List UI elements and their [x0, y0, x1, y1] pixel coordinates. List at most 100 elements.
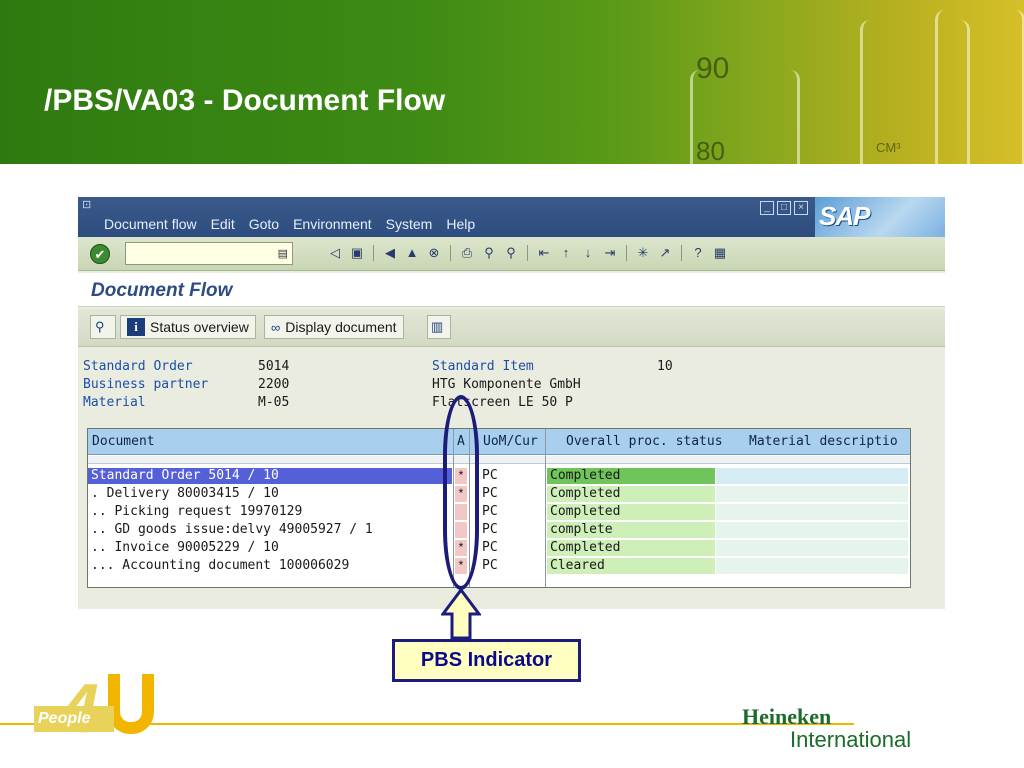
maximize-icon[interactable]: □ [777, 201, 791, 215]
toolbar-divider [626, 245, 627, 261]
table-row[interactable]: ... Accounting document 100006029 * PC Clea… [88, 557, 910, 575]
menu-goto[interactable]: Goto [249, 216, 279, 232]
logo-u-shape [108, 674, 154, 734]
business-partner-label: Business partner [83, 377, 209, 392]
logo-word: People [34, 706, 114, 732]
cell-document[interactable]: ... Accounting document 100006029 [88, 558, 349, 575]
save-icon[interactable]: ▣ [348, 244, 366, 262]
cancel-icon[interactable]: ⊗ [425, 244, 443, 262]
table-row[interactable]: . Delivery 80003415 / 10 * PC Completed [88, 485, 910, 503]
cell-material-description [716, 522, 908, 538]
column-document[interactable]: Document [92, 434, 155, 449]
find-icon[interactable]: ⚲ [480, 244, 498, 262]
cell-document[interactable]: . Delivery 80003415 / 10 [88, 486, 279, 503]
back-icon[interactable]: ◀ [381, 244, 399, 262]
table-row[interactable]: .. GD goods issue:delvy 49005927 / 1 PC co… [88, 521, 910, 539]
table-row[interactable]: .. Picking request 19970129 PC Completed [88, 503, 910, 521]
column-material-description[interactable]: Material descriptio [749, 434, 898, 449]
menu-system[interactable]: System [386, 216, 433, 232]
cell-status: Cleared [550, 558, 605, 573]
business-partner-value: 2200 [258, 377, 290, 392]
cell-document[interactable]: .. Invoice 90005229 / 10 [88, 540, 279, 557]
highlight-oval [443, 395, 479, 590]
screen-title: Document Flow [91, 280, 233, 301]
cell-uom: PC [482, 504, 498, 519]
cell-document[interactable]: .. Picking request 19970129 [88, 504, 302, 521]
cell-status: Completed [550, 504, 621, 519]
service-button[interactable]: ▥ [427, 315, 451, 339]
new-session-icon[interactable]: ✳ [634, 244, 652, 262]
cell-uom: PC [482, 540, 498, 555]
status-overview-button[interactable]: i Status overview [120, 315, 256, 339]
shortcut-icon[interactable]: ↗ [656, 244, 674, 262]
command-input[interactable] [126, 243, 292, 264]
beaker-marking: 90 [696, 52, 730, 85]
cell-uom: PC [482, 522, 498, 537]
back-arrow-icon[interactable]: ◁ [326, 244, 344, 262]
command-field[interactable]: ▤ [125, 242, 293, 265]
cell-document[interactable]: .. GD goods issue:delvy 49005927 / 1 [88, 522, 373, 539]
last-page-icon[interactable]: ⇥ [601, 244, 619, 262]
enter-checkmark-icon[interactable]: ✔ [90, 244, 110, 264]
beaker-marking: 80 [696, 136, 725, 164]
magnifier-icon: ⚲ [95, 319, 105, 334]
help-icon[interactable]: ? [689, 244, 707, 262]
cell-material-description [716, 486, 908, 502]
next-page-icon[interactable]: ↓ [579, 244, 597, 262]
menu-list: Document flow Edit Goto Environment Syst… [104, 216, 475, 232]
table-row[interactable]: Standard Order 5014 / 10 * PC Completed [88, 467, 910, 485]
table-row[interactable]: .. Invoice 90005229 / 10 * PC Completed [88, 539, 910, 557]
cell-material-description [716, 468, 908, 484]
status-overview-label: Status overview [150, 319, 249, 335]
beaker-marking: CM³ [876, 140, 901, 155]
menu-environment[interactable]: Environment [293, 216, 372, 232]
choose-button[interactable]: ⚲ [90, 315, 116, 339]
callout-text: PBS Indicator [420, 649, 553, 671]
screen-title-bar: Document Flow [78, 273, 945, 307]
toolbar-divider [373, 245, 374, 261]
standard-item-value: 10 [657, 359, 673, 374]
first-page-icon[interactable]: ⇤ [535, 244, 553, 262]
up-arrow-icon [441, 588, 481, 640]
toolbar-divider [527, 245, 528, 261]
print-icon[interactable]: ⎙ [458, 244, 476, 262]
chart-icon: ▥ [431, 319, 444, 334]
beaker-graphic [935, 10, 1024, 164]
menu-help[interactable]: Help [446, 216, 475, 232]
menu-document-flow[interactable]: Document flow [104, 216, 197, 232]
cell-document[interactable]: Standard Order 5014 / 10 [88, 468, 279, 485]
cell-status: Completed [550, 486, 621, 501]
layout-menu-icon[interactable]: ▦ [711, 244, 729, 262]
display-document-label: Display document [285, 319, 397, 335]
document-flow-grid: Document A UoM/Cur Overall proc. status … [87, 428, 911, 588]
previous-page-icon[interactable]: ↑ [557, 244, 575, 262]
toolbar-icons: ◁ ▣ ◀ ▲ ⊗ ⎙ ⚲ ⚲ ⇤ ↑ ↓ ⇥ ✳ ↗ ? ▦ [326, 244, 729, 262]
find-next-icon[interactable]: ⚲ [502, 244, 520, 262]
exit-icon[interactable]: ▲ [403, 244, 421, 262]
command-history-icon[interactable]: ▤ [278, 247, 288, 260]
close-icon[interactable]: × [794, 201, 808, 215]
partner-name: HTG Komponente GmbH [432, 377, 581, 392]
toolbar-divider [450, 245, 451, 261]
window-menu-icon[interactable]: ⊡ [82, 198, 96, 211]
sap-window: ⊡ Document flow Edit Goto Environment Sy… [78, 197, 945, 609]
window-controls: _ □ × [760, 201, 808, 215]
people4u-logo: 4 People [34, 669, 154, 747]
menu-edit[interactable]: Edit [211, 216, 235, 232]
material-value: M-05 [258, 395, 290, 410]
header-banner: 90 80 CM³ /PBS/VA03 - Document Flow [0, 0, 1024, 164]
minimize-icon[interactable]: _ [760, 201, 774, 215]
glasses-icon: ∞ [271, 319, 281, 335]
cell-uom: PC [482, 558, 498, 573]
grid-header: Document A UoM/Cur Overall proc. status … [88, 429, 910, 455]
slide-title: /PBS/VA03 - Document Flow [44, 84, 446, 117]
grid-filter-row [88, 456, 910, 464]
footer-gap [854, 723, 1024, 725]
column-uom[interactable]: UoM/Cur [483, 434, 538, 449]
column-status[interactable]: Overall proc. status [566, 434, 723, 449]
toolbar-divider [681, 245, 682, 261]
material-label: Material [83, 395, 146, 410]
display-document-button[interactable]: ∞ Display document [264, 315, 404, 339]
company-subname: International [790, 727, 912, 752]
cell-status: Completed [550, 540, 621, 555]
